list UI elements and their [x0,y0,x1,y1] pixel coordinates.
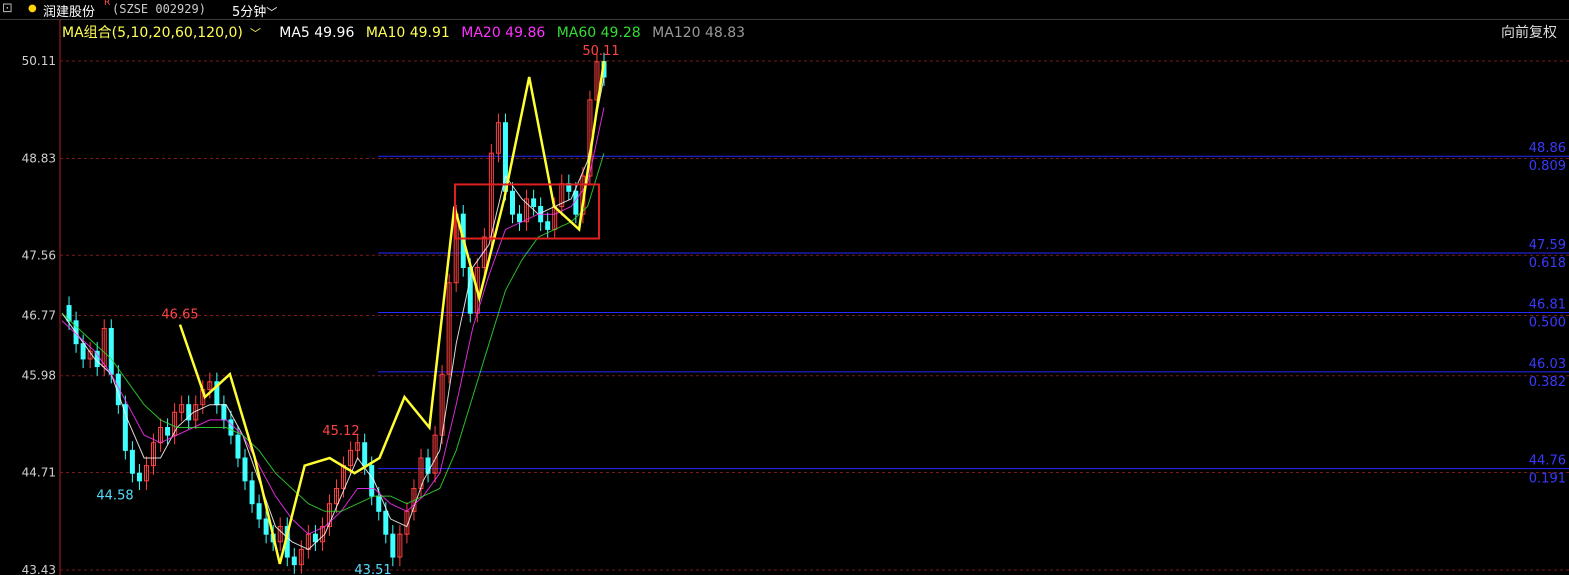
candle-body [221,404,227,421]
candle-body [509,190,515,215]
candle-body [531,198,537,208]
candle-body [228,419,234,436]
candle-body [136,472,142,482]
ma5-value: MA5 49.96 [279,25,355,41]
ma-legend: MA组合(5,10,20,60,120,0) ﹀ MA5 49.96 MA10 4… [62,22,752,41]
extreme-price-label: 44.58 [96,488,133,503]
fib-price-label: 47.59 [1529,238,1566,253]
fib-ratio-label: 0.500 [1529,315,1566,330]
fib-price-label: 44.76 [1529,454,1566,469]
price-chart[interactable]: 50.11 48.83 47.56 46.77 45.98 44.71 43.43 48.86… [0,0,1569,575]
candle-body [80,343,86,360]
fib-ratio-label: 0.618 [1529,256,1566,271]
ma60-value: MA60 49.28 [556,25,641,41]
ma10-value: MA10 49.91 [365,25,450,41]
candle-body [369,465,375,497]
fib-ratio-label: 0.191 [1529,472,1566,487]
ma-group-selector[interactable]: MA组合(5,10,20,60,120,0) ﹀ [62,25,268,41]
candle-body [129,449,135,474]
ma20-value: MA20 49.86 [461,25,546,41]
candle-body [242,457,248,482]
candle-body [291,556,297,566]
candle-body [94,350,100,368]
candle-body [235,434,241,459]
ma-group-label: MA组合(5,10,20,60,120,0) [62,25,243,41]
candle-body [390,533,396,558]
ma-line-ma5 [61,76,605,550]
adjust-mode-button[interactable]: 向前复权 [1501,22,1557,42]
y-tick-label: 46.77 [22,309,56,323]
candle-body [545,221,551,230]
y-tick-label: 47.56 [22,248,56,262]
fib-price-label: 46.81 [1529,297,1566,312]
extreme-price-label: 45.12 [322,424,359,439]
fib-price-label: 48.86 [1529,141,1566,156]
fib-ratio-label: 0.382 [1529,375,1566,390]
chevron-down-icon: ﹀ [249,27,261,40]
candle-body [108,327,114,375]
candle-body [425,457,431,474]
y-tick-label: 48.83 [22,152,56,166]
fib-price-label: 46.03 [1529,357,1566,372]
y-tick-label: 44.71 [22,465,56,479]
y-tick-label: 50.11 [22,54,56,68]
candle-body [122,404,128,451]
candle-body [376,495,382,512]
y-tick-label: 43.43 [22,563,56,575]
candle-body [165,427,171,436]
candle-body [263,518,269,535]
candle-body [312,533,318,543]
candle-body [383,510,389,535]
ma-line-ma60 [61,153,605,512]
extreme-price-label: 43.51 [354,563,391,575]
fib-ratio-label: 0.809 [1529,159,1566,174]
candle-body [256,503,262,520]
candle-body [249,480,255,505]
extreme-price-label: 46.65 [161,308,198,323]
ma-line-ma20 [61,107,605,535]
candle-body [362,442,368,467]
ma120-value: MA120 48.83 [652,25,746,41]
y-tick-label: 45.98 [22,369,56,383]
candle-body [517,213,523,223]
extreme-price-label: 50.11 [582,44,619,59]
